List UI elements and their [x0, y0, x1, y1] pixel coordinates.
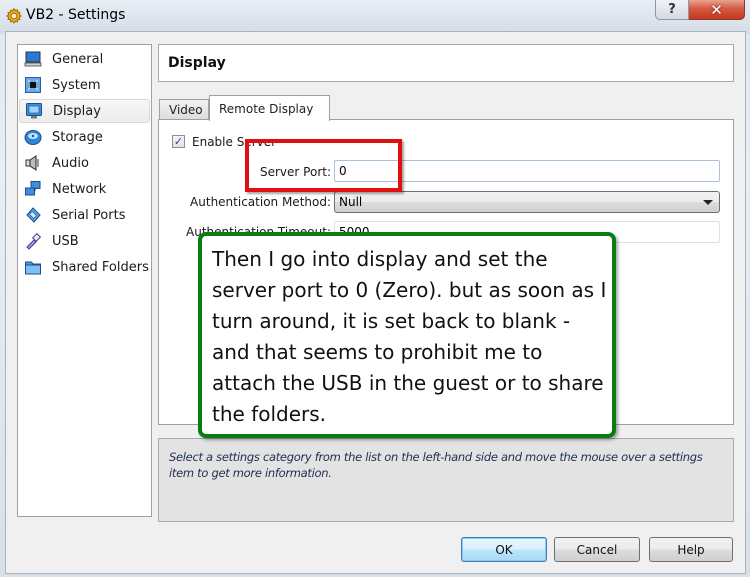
sidebar-item-usb[interactable]: USB: [19, 229, 150, 253]
settings-window: VB2 - Settings ? ✕ General System Displa…: [0, 0, 750, 577]
help-button[interactable]: Help: [649, 537, 733, 562]
ok-button[interactable]: OK: [461, 537, 547, 562]
close-window-button[interactable]: ✕: [689, 0, 745, 20]
sidebar-item-shared-folders[interactable]: Shared Folders: [19, 255, 150, 279]
info-panel: Select a settings category from the list…: [158, 438, 734, 522]
monitor-icon: [23, 49, 43, 69]
folder-icon: [23, 257, 43, 277]
tab-remote-display[interactable]: Remote Display: [209, 95, 330, 121]
sidebar-item-network[interactable]: Network: [19, 177, 150, 201]
page-title: Display: [168, 55, 226, 71]
highlight-box: [245, 139, 402, 192]
sidebar-item-storage[interactable]: Storage: [19, 125, 150, 149]
page-header: Display: [158, 44, 734, 82]
annotation-callout: Then I go into display and set the serve…: [198, 232, 616, 438]
disk-icon: [23, 127, 43, 147]
auth-method-label: Authentication Method:: [190, 195, 331, 209]
close-icon: ✕: [710, 0, 723, 19]
cancel-button[interactable]: Cancel: [554, 537, 640, 562]
sidebar-item-display[interactable]: Display: [19, 99, 150, 123]
display-icon: [24, 101, 44, 121]
chevron-down-icon: [703, 200, 713, 205]
callout-text: Then I go into display and set the serve…: [212, 247, 607, 426]
info-text: Select a settings category from the list…: [169, 450, 703, 480]
network-icon: [23, 179, 43, 199]
sidebar-item-serial-ports[interactable]: Serial Ports: [19, 203, 150, 227]
sidebar-item-audio[interactable]: Audio: [19, 151, 150, 175]
sidebar-item-system[interactable]: System: [19, 73, 150, 97]
auth-method-select[interactable]: Null: [334, 191, 720, 213]
settings-category-list: General System Display Storage Audio Net…: [17, 44, 152, 517]
window-title: VB2 - Settings: [26, 7, 126, 23]
gear-icon: [5, 7, 23, 25]
sidebar-item-general[interactable]: General: [19, 47, 150, 71]
usb-icon: [23, 231, 43, 251]
serial-port-icon: [23, 205, 43, 225]
help-window-button[interactable]: ?: [655, 0, 689, 20]
speaker-icon: [23, 153, 43, 173]
enable-server-checkbox[interactable]: ✓: [172, 135, 185, 148]
title-bar: VB2 - Settings ? ✕: [0, 0, 750, 34]
chip-icon: [23, 75, 43, 95]
question-icon: ?: [668, 2, 676, 17]
check-icon: ✓: [173, 135, 184, 148]
tab-video[interactable]: Video: [159, 99, 209, 120]
